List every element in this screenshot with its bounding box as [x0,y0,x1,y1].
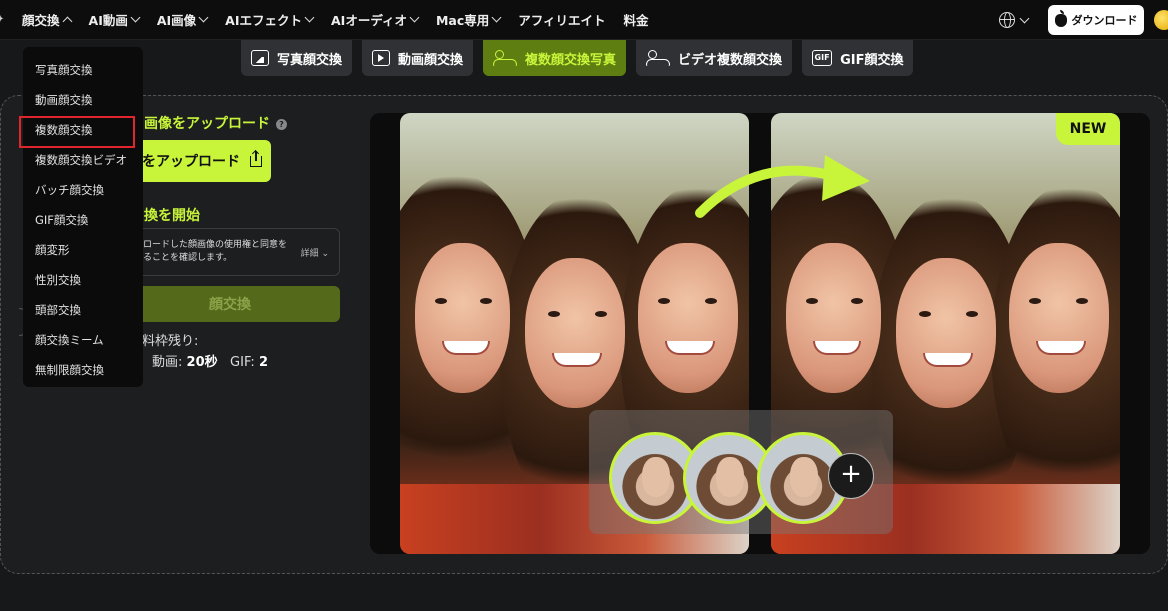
nav-item-face-swap[interactable]: 顔交換 [22,10,72,29]
chevron-down-icon [491,12,502,23]
face-swap-button[interactable]: 顔交換 [120,286,340,322]
nav-item-ai-image[interactable]: AI画像 [157,10,209,29]
consent-text: ロードした顔画像の使用権と同意を ることを確認します。 [143,240,288,263]
tool-tabs: 写真顔交換 動画顔交換 複数顔交換写真 ビデオ複数顔交換 GIF GIF顔交換 [241,40,914,76]
tab-video-face-swap[interactable]: 動画顔交換 [362,40,474,76]
menu-edge-icon: ✦ [0,14,5,25]
consent-box[interactable]: ロードした顔画像の使用権と同意を ることを確認します。 詳細 ⌄ [120,228,340,276]
dropdown-item-batch-face-swap[interactable]: バッチ顔交換 [23,175,143,205]
new-badge: NEW [1056,113,1120,145]
gif-icon: GIF [812,50,833,66]
dropdown-item-video-face-swap[interactable]: 動画顔交換 [23,85,143,115]
image-icon [251,50,269,66]
step1-title: 画像をアップロード? [144,113,287,133]
chevron-down-icon [304,12,315,23]
dropdown-item-multi-face-swap[interactable]: 複数顔交換 [19,115,143,148]
chevron-down-icon [198,12,209,23]
dropdown-item-photo-face-swap[interactable]: 写真顔交換 [23,55,143,85]
dropdown-item-head-swap[interactable]: 頭部交換 [23,295,143,325]
add-face-button[interactable]: + [828,453,874,499]
nav-item-ai-effect[interactable]: AIエフェクト [225,10,315,29]
tab-photo-face-swap[interactable]: 写真顔交換 [241,40,353,76]
globe-icon[interactable] [999,12,1015,28]
step2-title: 換を開始 [144,208,200,224]
nav-item-ai-audio[interactable]: AIオーディオ [331,10,420,29]
people-icon [493,50,518,66]
dropdown-item-gender-swap[interactable]: 性別交換 [23,265,143,295]
arrow-icon [695,155,870,218]
dropdown-item-face-swap-meme[interactable]: 顔交換ミーム [23,325,143,355]
nav-item-ai-video[interactable]: AI動画 [89,10,141,29]
credits-coin-icon[interactable] [1154,10,1168,30]
dropdown-item-multi-face-video[interactable]: 複数顔交換ビデオ [23,145,143,175]
dropdown-item-face-morph[interactable]: 顔変形 [23,235,143,265]
chevron-down-icon[interactable] [1019,13,1030,23]
chevron-down-icon [130,12,141,23]
upload-icon [250,150,262,167]
people-icon [646,50,671,66]
preview-area: NEW + [370,113,1150,554]
dropdown-item-unlimited-face-swap[interactable]: 無制限顔交換 [23,355,143,385]
nav-item-pricing[interactable]: 料金 [624,10,649,29]
tab-multi-face-photo[interactable]: 複数顔交換写真 [483,40,627,76]
top-nav: ✦ 顔交換 AI動画 AI画像 AIエフェクト AIオーディオ Mac専用 アフ… [0,0,1168,40]
apple-icon [1054,9,1067,27]
quota-label: 料枠残り: [142,334,199,349]
tab-gif-face-swap[interactable]: GIF GIF顔交換 [802,40,914,76]
quota-values: 動画: 20秒 GIF: 2 [152,355,268,370]
face-swap-dropdown: 写真顔交換 動画顔交換 複数顔交換 複数顔交換ビデオ バッチ顔交換 GIF顔交換… [19,47,143,387]
help-icon[interactable]: ? [276,119,287,130]
consent-details-toggle[interactable]: 詳細 ⌄ [301,246,329,259]
tab-multi-face-video[interactable]: ビデオ複数顔交換 [636,40,793,76]
nav-item-affiliate[interactable]: アフィリエイト [518,10,605,29]
chevron-down-icon [409,12,420,23]
chevron-up-icon [62,16,72,26]
dropdown-item-gif-face-swap[interactable]: GIF顔交換 [23,205,143,235]
download-button[interactable]: ダウンロード [1048,5,1144,35]
nav-item-mac[interactable]: Mac専用 [436,10,502,29]
play-icon [372,50,391,66]
